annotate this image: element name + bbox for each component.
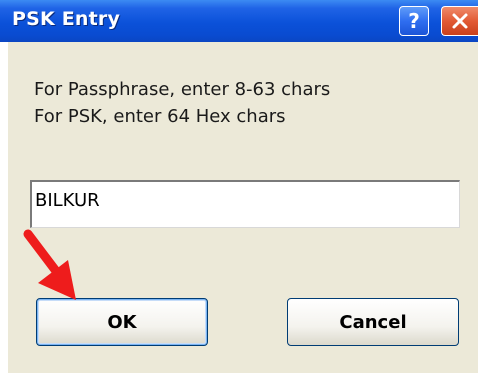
psk-entry-dialog: PSK Entry ? For Passphrase, enter 8-63 c… [0, 0, 478, 373]
passphrase-instruction: For Passphrase, enter 8-63 chars [34, 79, 331, 100]
psk-input[interactable]: BILKUR [30, 180, 460, 228]
window-edge [0, 42, 8, 373]
ok-button[interactable]: OK [36, 298, 208, 346]
psk-instruction: For PSK, enter 64 Hex chars [34, 106, 286, 127]
close-icon [452, 13, 468, 29]
dialog-title: PSK Entry [12, 8, 121, 30]
cancel-button[interactable]: Cancel [287, 298, 459, 346]
close-button[interactable] [441, 6, 478, 36]
help-icon: ? [408, 9, 420, 33]
title-bar: PSK Entry ? [0, 0, 478, 42]
help-button[interactable]: ? [399, 6, 429, 36]
